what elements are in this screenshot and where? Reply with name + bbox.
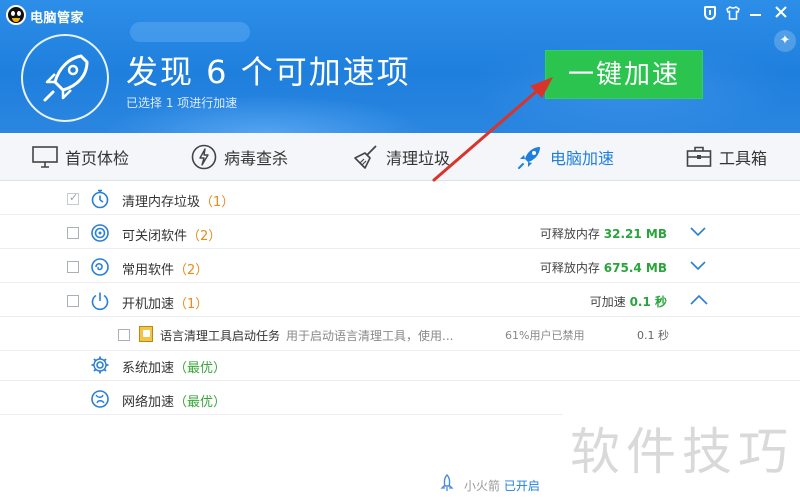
speedup-time: 可加速 0.1 秒 — [589, 295, 667, 309]
startup-speedup-checkbox[interactable] — [67, 295, 79, 307]
network-icon — [90, 389, 110, 409]
startup-task-name: 语言清理工具启动任务 — [160, 329, 281, 343]
tab-virus-scan[interactable]: 病毒查杀 — [191, 133, 288, 181]
swirl-icon — [90, 257, 110, 277]
gear-icon — [90, 355, 110, 375]
small-rocket-icon[interactable] — [440, 474, 454, 492]
releasable-memory: 可释放内存 32.21 MB — [539, 227, 667, 241]
power-icon — [90, 291, 110, 311]
releasable-memory-value: 675.4 MB — [603, 261, 667, 275]
tab-home-checkup[interactable]: 首页体检 — [32, 133, 129, 181]
chevron-up-icon[interactable] — [690, 294, 708, 306]
list-item-common-software: 常用软件（2） 可释放内存 675.4 MB — [0, 250, 800, 283]
tab-label: 清理垃圾 — [386, 149, 451, 168]
tab-toolbox[interactable]: 工具箱 — [686, 133, 767, 181]
rocket-enabled-status: 已开启 — [503, 479, 540, 493]
lightning-icon — [191, 144, 217, 170]
startup-task-checkbox[interactable] — [118, 329, 130, 341]
system-speedup-label: 系统加速（最优） — [122, 361, 227, 376]
releasable-memory-value: 32.21 MB — [603, 227, 667, 241]
memory-cleanup-checkbox[interactable] — [67, 191, 79, 205]
close-icon[interactable] — [774, 6, 788, 20]
tab-label: 病毒查杀 — [224, 149, 289, 168]
item-count: （2） — [174, 263, 209, 278]
closable-software-label: 可关闭软件（2） — [122, 229, 222, 244]
header-glow — [130, 22, 250, 42]
closable-software-checkbox[interactable] — [67, 227, 79, 239]
tab-clean-junk[interactable]: 清理垃圾 — [353, 133, 450, 181]
tab-pc-speedup[interactable]: 电脑加速 — [517, 133, 614, 181]
toolbox-icon — [686, 144, 712, 170]
app-icon — [139, 326, 153, 342]
qq-penguin-logo-icon — [6, 5, 26, 25]
monitor-icon — [32, 144, 58, 170]
list-item-closable-software: 可关闭软件（2） 可释放内存 32.21 MB — [0, 216, 800, 249]
status-optimal: （最优） — [174, 395, 227, 410]
item-count: （1） — [174, 297, 209, 312]
header-banner: 电脑管家 ✦ 发现 6 个可加速项 已选择 1 项进行加速 一键加速 — [0, 0, 800, 133]
stopwatch-icon — [90, 189, 110, 209]
network-speedup-label: 网络加速（最优） — [122, 395, 227, 410]
tab-label: 工具箱 — [719, 149, 768, 168]
speedup-time-value: 0.1 秒 — [629, 295, 667, 309]
shield-icon[interactable] — [704, 6, 716, 20]
page-title: 发现 6 个可加速项 — [126, 53, 411, 91]
startup-task-disabled-rate: 61%用户已禁用 — [505, 329, 585, 342]
status-optimal: （最优） — [174, 361, 227, 376]
tab-label: 首页体检 — [65, 149, 130, 168]
app-title: 电脑管家 — [30, 11, 85, 26]
common-software-checkbox[interactable] — [67, 261, 79, 273]
window-controls — [704, 6, 788, 20]
broom-icon — [353, 144, 379, 170]
releasable-memory: 可释放内存 675.4 MB — [539, 261, 667, 275]
chevron-down-icon[interactable] — [690, 260, 706, 272]
common-software-label: 常用软件（2） — [122, 263, 209, 278]
small-rocket-status[interactable]: 小火箭 已开启 — [464, 477, 540, 494]
tab-label: 电脑加速 — [550, 149, 615, 168]
list-item-system-speedup: 系统加速（最优） — [0, 348, 800, 381]
watermark: 软件技巧 — [562, 402, 800, 499]
startup-speedup-label: 开机加速（1） — [122, 297, 209, 312]
target-icon — [90, 223, 110, 243]
sparkle-icon[interactable]: ✦ — [774, 30, 796, 52]
startup-task-time: 0.1 秒 — [637, 329, 669, 342]
item-count: （1） — [200, 195, 235, 210]
list-item-memory-cleanup: 清理内存垃圾（1） — [0, 182, 800, 215]
minimize-icon[interactable] — [750, 6, 764, 20]
chevron-down-icon[interactable] — [690, 226, 706, 238]
rocket-badge-icon — [21, 34, 109, 122]
list-item-startup-speedup: 开机加速（1） 可加速 0.1 秒 — [0, 284, 800, 317]
rocket-icon — [517, 144, 543, 170]
memory-cleanup-label: 清理内存垃圾（1） — [122, 195, 235, 210]
item-count: （2） — [187, 229, 222, 244]
main-nav: 首页体检 病毒查杀 清理垃圾 电脑加速 工具箱 — [0, 133, 800, 181]
one-click-speedup-button[interactable]: 一键加速 — [545, 50, 703, 99]
startup-sub-item: 语言清理工具启动任务 用于启动语言清理工具，使用... 61%用户已禁用 0.1… — [0, 318, 800, 351]
selection-summary: 已选择 1 项进行加速 — [126, 96, 238, 110]
tshirt-icon[interactable] — [726, 6, 740, 20]
startup-task-description: 用于启动语言清理工具，使用... — [286, 329, 454, 343]
